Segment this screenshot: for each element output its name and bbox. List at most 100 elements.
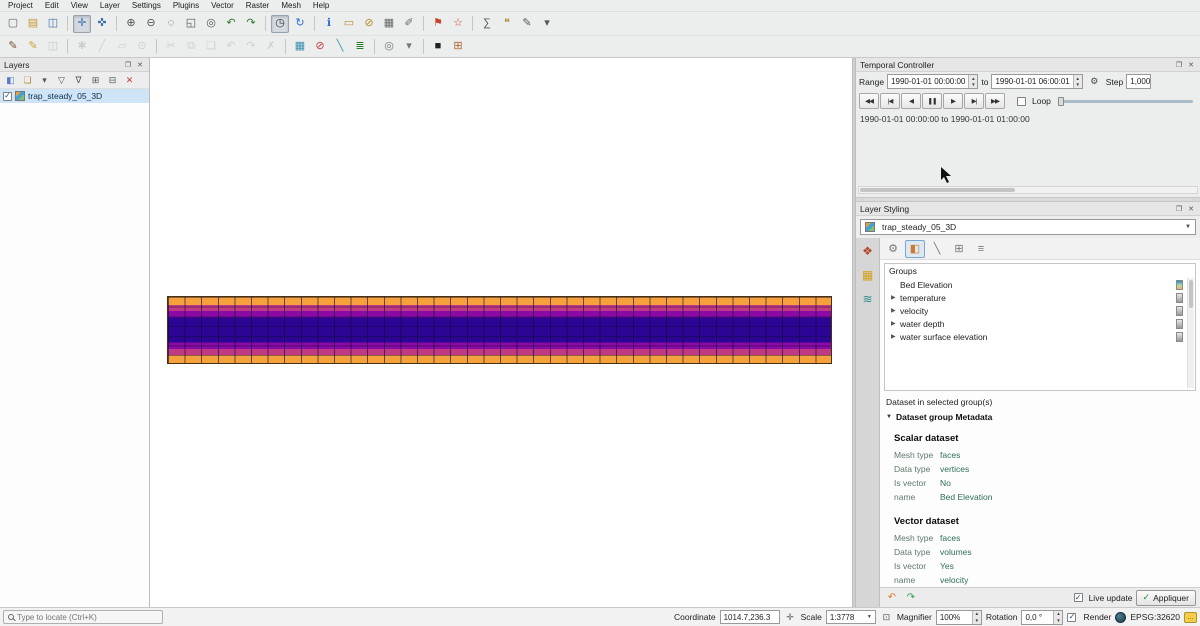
symbology-strip-tab[interactable]: ❖	[859, 242, 877, 260]
step-back-button[interactable]: ◀	[901, 93, 921, 109]
vertex-tool-button[interactable]: ⊙	[133, 38, 151, 56]
deselect-features-button[interactable]: ⊘	[360, 15, 378, 33]
statistics-summary-button[interactable]: ∑	[478, 15, 496, 33]
filter-by-expression-button[interactable]: ∇	[71, 73, 86, 87]
render-checkbox[interactable]: ✓	[1067, 613, 1076, 622]
add-group-button[interactable]: ❏	[20, 73, 35, 87]
undo-style-button[interactable]: ↶	[884, 590, 900, 605]
toolbar-item[interactable]	[285, 39, 286, 54]
save-project-button[interactable]: ◫	[44, 15, 62, 33]
add-point-feature-button[interactable]: ✱	[73, 38, 91, 56]
zoom-in-button[interactable]: ⊕	[122, 15, 140, 33]
tab-mesh-frame[interactable]: ⊞	[949, 240, 969, 258]
fast-forward-button[interactable]: ▶▶	[985, 93, 1005, 109]
toolbar-item[interactable]	[265, 16, 266, 31]
open-layer-styling-button[interactable]: ◧	[3, 73, 18, 87]
toolbar-item[interactable]	[67, 39, 68, 54]
float-panel-icon[interactable]: ❐	[1174, 204, 1184, 214]
paste-features-button[interactable]: ❏	[202, 38, 220, 56]
menu-item[interactable]: Edit	[39, 0, 65, 11]
measure-line-button[interactable]: ✐	[400, 15, 418, 33]
group-velocity[interactable]: ▶ velocity	[885, 304, 1195, 317]
zoom-full-button[interactable]: ◱	[182, 15, 200, 33]
menu-item[interactable]: Layer	[94, 0, 126, 11]
manage-map-themes-button[interactable]: ▾	[37, 73, 52, 87]
delete-selected-button[interactable]: ✗	[262, 38, 280, 56]
menu-item[interactable]: View	[65, 0, 94, 11]
select-by-rectangle-button[interactable]: ■	[429, 38, 447, 56]
float-panel-icon[interactable]: ❐	[1174, 60, 1184, 70]
extent-toggle-icon[interactable]: ✛	[784, 611, 797, 624]
elevation-strip-tab[interactable]: ≋	[859, 290, 877, 308]
temporal-controller-toggle[interactable]: ◷	[271, 15, 289, 33]
toolbar-item[interactable]	[374, 39, 375, 54]
branch-expand-icon[interactable]: ▶	[891, 307, 900, 314]
toolbar-item[interactable]	[472, 16, 473, 31]
spin-buttons[interactable]: ▲▼	[1053, 611, 1062, 624]
mesh-edit-abort-button[interactable]: ⊘	[311, 38, 329, 56]
remove-layer-button[interactable]: ✕	[122, 73, 137, 87]
add-polygon-feature-button[interactable]: ▱	[113, 38, 131, 56]
pause-button[interactable]: ❚❚	[922, 93, 942, 109]
apply-button[interactable]: ✓ Appliquer	[1136, 590, 1196, 606]
temporal-horizontal-scrollbar[interactable]	[858, 186, 1198, 194]
zoom-to-selection-button[interactable]: ◎	[202, 15, 220, 33]
annotations-button[interactable]: ✎	[518, 15, 536, 33]
snapping-toggle-button[interactable]: ◎	[380, 38, 398, 56]
undo-button[interactable]: ↶	[222, 38, 240, 56]
toolbox-dropdown-button[interactable]: ▾	[538, 15, 556, 33]
close-panel-icon[interactable]: ✕	[1186, 204, 1196, 214]
temporal-settings-icon[interactable]: ⚙	[1087, 75, 1102, 89]
crs-value[interactable]: EPSG:32620	[1130, 612, 1180, 622]
group-water-depth[interactable]: ▶ water depth	[885, 317, 1195, 330]
dataset-metadata-header[interactable]: ▼ Dataset group Metadata	[880, 409, 1200, 425]
new-bookmark-button[interactable]: ⚑	[429, 15, 447, 33]
zoom-last-button[interactable]: ↶	[222, 15, 240, 33]
time-slider[interactable]	[1058, 100, 1193, 103]
menu-item[interactable]: Plugins	[167, 0, 205, 11]
snapping-options-button[interactable]: ▾	[400, 38, 418, 56]
scrollbar-thumb[interactable]	[860, 188, 1015, 192]
zoom-next-button[interactable]: ↷	[242, 15, 260, 33]
toolbar-item[interactable]	[116, 16, 117, 31]
scale-combobox[interactable]: 1:3778 ▼	[826, 610, 876, 624]
range-end-input[interactable]: 1990-01-01 06:00:01 ▲▼	[991, 74, 1082, 89]
menu-item[interactable]: Project	[2, 0, 39, 11]
spin-buttons[interactable]: ▲▼	[972, 611, 981, 624]
select-features-button[interactable]: ▭	[340, 15, 358, 33]
current-edits-button[interactable]: ✎	[4, 38, 22, 56]
tab-averaging[interactable]: ≡	[971, 240, 991, 258]
menu-item[interactable]: Raster	[240, 0, 276, 11]
skip-to-start-button[interactable]: |◀	[880, 93, 900, 109]
redo-style-button[interactable]: ↷	[903, 590, 919, 605]
float-panel-icon[interactable]: ❐	[123, 60, 133, 70]
close-panel-icon[interactable]: ✕	[1186, 60, 1196, 70]
zoom-out-button[interactable]: ⊖	[142, 15, 160, 33]
range-start-input[interactable]: 1990-01-01 00:00:00 ▲▼	[887, 74, 978, 89]
time-slider-thumb[interactable]	[1058, 97, 1064, 106]
rotation-input[interactable]: 0,0 ° ▲▼	[1021, 610, 1063, 625]
new-project-button[interactable]: ▢	[4, 15, 22, 33]
save-edits-button[interactable]: ◫	[44, 38, 62, 56]
close-panel-icon[interactable]: ✕	[135, 60, 145, 70]
redo-button[interactable]: ↷	[242, 38, 260, 56]
refresh-map-button[interactable]: ↻	[291, 15, 309, 33]
layer-visibility-checkbox[interactable]: ✓	[3, 92, 12, 101]
show-bookmarks-button[interactable]: ☆	[449, 15, 467, 33]
tab-vectors[interactable]: ╲	[927, 240, 947, 258]
open-project-button[interactable]: ▤	[24, 15, 42, 33]
layer-name[interactable]: trap_steady_05_3D	[28, 91, 102, 101]
coordinate-input[interactable]: 1014.7,236.3	[720, 610, 780, 624]
spin-buttons[interactable]: ▲▼	[968, 75, 977, 88]
filter-legend-button[interactable]: ▽	[54, 73, 69, 87]
layer-item-trap-steady-05-3d[interactable]: ✓ trap_steady_05_3D	[0, 89, 149, 103]
collapse-all-button[interactable]: ⊟	[105, 73, 120, 87]
spin-down-icon[interactable]: ▼	[973, 617, 981, 624]
toggle-editing-button[interactable]: ✎	[24, 38, 42, 56]
toolbar-item[interactable]	[314, 16, 315, 31]
styling-layer-selector[interactable]: trap_steady_05_3D ▼	[860, 219, 1196, 235]
spin-buttons[interactable]: ▲▼	[1073, 75, 1082, 88]
pan-map-button[interactable]: ✛	[73, 15, 91, 33]
add-line-feature-button[interactable]: ╱	[93, 38, 111, 56]
tab-settings[interactable]: ⚙	[883, 240, 903, 258]
